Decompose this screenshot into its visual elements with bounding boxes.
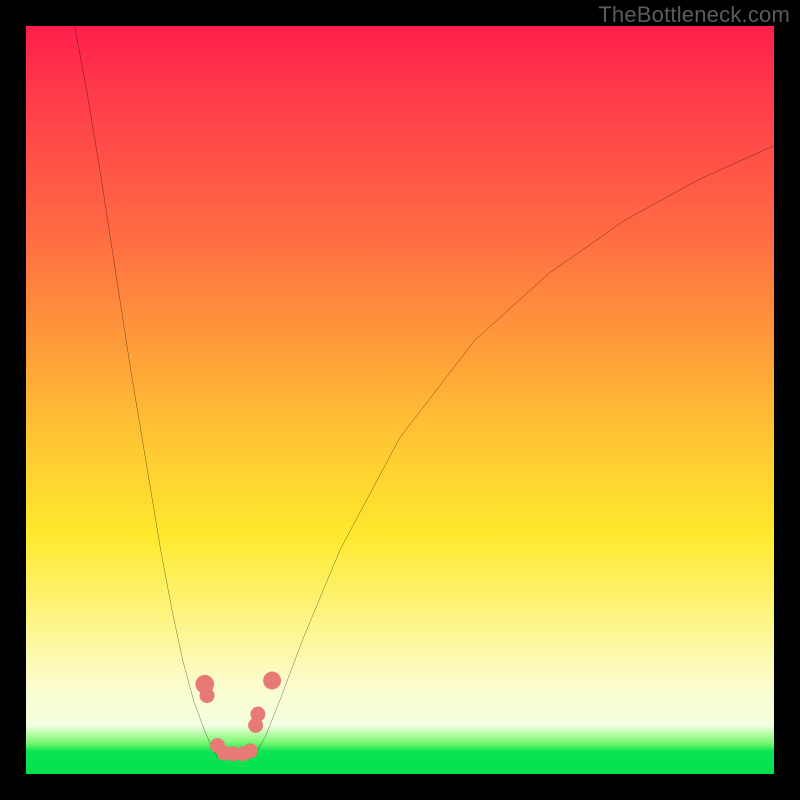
scatter-point <box>263 672 281 690</box>
scatter-point <box>200 688 215 703</box>
curve-path <box>75 26 774 756</box>
chart-svg <box>26 26 774 774</box>
outer-frame: TheBottleneck.com <box>0 0 800 800</box>
scatter-group <box>195 672 281 762</box>
watermark-text: TheBottleneck.com <box>598 2 790 28</box>
curve-group <box>75 26 774 756</box>
scatter-point <box>250 707 265 722</box>
plot-area <box>26 26 774 774</box>
scatter-point <box>243 743 258 758</box>
